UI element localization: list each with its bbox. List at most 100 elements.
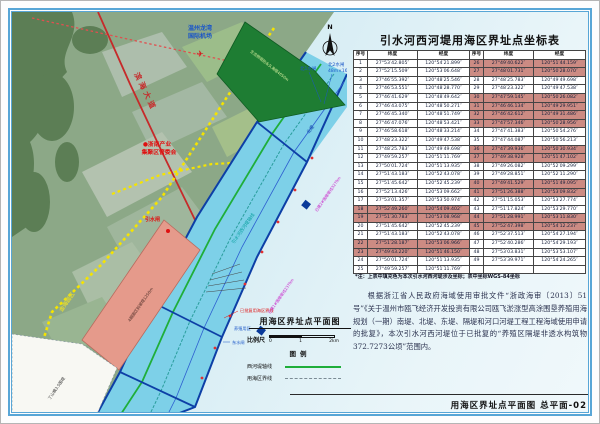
- table-cell: 34: [470, 128, 484, 137]
- table-header-cell: 序号: [470, 51, 484, 60]
- sheet-title: 用海区界址点平面图 总平面-02: [353, 399, 587, 411]
- table-cell: 26: [470, 59, 484, 68]
- table-cell: 120°53′06.648″: [418, 68, 470, 77]
- table-cell: 120°54′09.402″: [418, 205, 470, 214]
- table-cell: 120°53′27.774″: [534, 197, 586, 206]
- table-cell: 27°47′39.936″: [484, 145, 534, 154]
- table-cell: 120°51′49.095″: [534, 179, 586, 188]
- table-cell: 13: [354, 162, 368, 171]
- table-cell: 120°54′12.237″: [534, 222, 586, 231]
- table-header-cell: 纬度: [368, 51, 418, 60]
- table-cell: 37: [470, 154, 484, 163]
- table-cell: 120°48′25.546″: [418, 76, 470, 85]
- table-cell: 12: [354, 154, 368, 163]
- sheet-frame-inner: 温州龙湾 国际机场 ✈ 滨海大道 ●浙南产业 集聚区管委会 北1水闸 北2水闸 …: [11, 11, 589, 413]
- table-header-cell: 序号: [354, 51, 368, 60]
- table-cell: 120°49′49.698″: [534, 76, 586, 85]
- table-cell: 27°47′57.346″: [484, 119, 534, 128]
- table-cell: 120°50′28.956″: [534, 119, 586, 128]
- table-cell: 27°49′26.082″: [484, 162, 534, 171]
- table-row: 2427°50′01.724″120°51′13.935″4927°53′39.…: [354, 257, 586, 266]
- table-cell: 120°51′47.102″: [534, 154, 586, 163]
- table-row: 1727°53′01.357″120°53′50.974″4227°51′15.…: [354, 197, 586, 206]
- table-row: 2027°51′45.642″120°52′45.239″4527°52′47.…: [354, 222, 586, 231]
- table-cell: 120°53′50.974″: [418, 197, 470, 206]
- table-cell: 120°50′28.070″: [534, 68, 586, 77]
- dashed-line-sample: [285, 378, 341, 379]
- table-cell: 8: [354, 119, 368, 128]
- table-cell: 120°52′09.299″: [534, 162, 586, 171]
- drawing-sheet: 温州龙湾 国际机场 ✈ 滨海大道 ●浙南产业 集聚区管委会 北1水闸 北2水闸 …: [0, 0, 600, 424]
- table-cell: 120°49′47.538″: [534, 85, 586, 94]
- coordinate-table-body: 127°53′42.805″120°54′21.899″2627°49′40.6…: [354, 59, 586, 274]
- table-cell: 17: [354, 197, 368, 206]
- table-cell: 27°47′44.087″: [484, 136, 534, 145]
- built-dike2-label: 已建2#围堤堤线3270m: [314, 175, 342, 212]
- east-gate-label: 东水闸: [232, 339, 245, 346]
- table-cell: 120°54′24.265″: [534, 257, 586, 266]
- table-cell: 27°47′41.383″: [484, 128, 534, 137]
- table-cell: 21: [354, 231, 368, 240]
- table-cell: 27°48′23.322″: [368, 136, 418, 145]
- table-cell: 11: [354, 145, 368, 154]
- table-cell: 120°50′30.934″: [534, 145, 586, 154]
- table-cell: 27°49′40.622″: [484, 59, 534, 68]
- table-row: 427°46′53.551″120°48′28.770″2927°48′23.3…: [354, 85, 586, 94]
- table-cell: 120°48′50.271″: [418, 102, 470, 111]
- table-cell: 120°48′51.749″: [418, 111, 470, 120]
- table-cell: 120°54′27.194″: [534, 231, 586, 240]
- table-row: 127°53′42.805″120°54′21.899″2627°49′40.6…: [354, 59, 586, 68]
- table-cell: 43: [470, 205, 484, 214]
- table-cell: 120°49′31.486″: [534, 111, 586, 120]
- table-cell: 27°51′45.642″: [368, 222, 418, 231]
- table-cell: 120°53′09.662″: [418, 188, 470, 197]
- map-subtitle: 用海区界址点平面图: [249, 316, 351, 329]
- table-cell: 27°51′28.187″: [368, 240, 418, 249]
- table-row: 827°46′47.076″120°48′53.421″3327°47′57.3…: [354, 119, 586, 128]
- table-cell: 32: [470, 111, 484, 120]
- table-cell: 120°52′43.078″: [418, 171, 470, 180]
- table-cell: 15: [354, 179, 368, 188]
- table-cell: 29: [470, 85, 484, 94]
- table-cell: 27°46′41.629″: [368, 93, 418, 102]
- legend-item-boundary: 用海区界线: [247, 375, 353, 382]
- table-cell: 9: [354, 128, 368, 137]
- table-cell: 120°48′33.214″: [418, 128, 470, 137]
- legend-item-boundary-label: 用海区界线: [247, 375, 281, 382]
- table-cell: 24: [354, 257, 368, 266]
- title-block-rule: [290, 394, 589, 395]
- table-cell: 27°52′49.260″: [368, 205, 418, 214]
- coordinate-table: 序号纬度经度序号纬度经度 127°53′42.805″120°54′21.899…: [353, 50, 586, 274]
- table-cell: 7: [354, 111, 368, 120]
- table-cell: 44: [470, 214, 484, 223]
- table-cell: 27°50′01.724″: [368, 162, 418, 171]
- legend-item-axis: 西河堤轴线: [247, 363, 353, 370]
- north-gate1-label: 北1水闸: [300, 65, 317, 72]
- table-cell: 27°51′26.388″: [484, 188, 534, 197]
- airport-label: 温州龙湾: [188, 24, 212, 32]
- table-cell: 27°51′15.053″: [484, 197, 534, 206]
- table-row: 1827°52′49.260″120°54′09.402″4327°51′17.…: [354, 205, 586, 214]
- table-cell: 27°53′39.971″: [484, 257, 534, 266]
- svg-text:N: N: [327, 23, 332, 31]
- table-header-cell: 经度: [418, 51, 470, 60]
- table-cell: 27°46′45.340″: [368, 111, 418, 120]
- green-line-sample: [285, 366, 341, 368]
- admin-committee-label-2: 集聚区管委会: [141, 148, 177, 156]
- gate-marker-north: [301, 200, 311, 210]
- table-cell: 120°54′21.899″: [418, 59, 470, 68]
- table-cell: 41: [470, 188, 484, 197]
- table-cell: 23: [354, 248, 368, 257]
- table-cell: 27: [470, 68, 484, 77]
- table-cell: 33: [470, 119, 484, 128]
- table-cell: 27°52′37.513″: [484, 231, 534, 240]
- table-cell: 27°53′03.831″: [484, 248, 534, 257]
- water-intake-dot: [166, 229, 170, 233]
- table-cell: 120°51′13.935″: [418, 162, 470, 171]
- water-intake-label: 引水闸: [145, 216, 160, 223]
- table-cell: 27°53′01.357″: [368, 197, 418, 206]
- scale-bar: 0 1 2km: [269, 335, 353, 344]
- table-cell: 27°52′47.398″: [484, 222, 534, 231]
- table-row: 1127°48′25.783″120°49′49.698″3627°47′39.…: [354, 145, 586, 154]
- table-row: 1527°51′45.642″120°52′45.239″4027°49′41.…: [354, 179, 586, 188]
